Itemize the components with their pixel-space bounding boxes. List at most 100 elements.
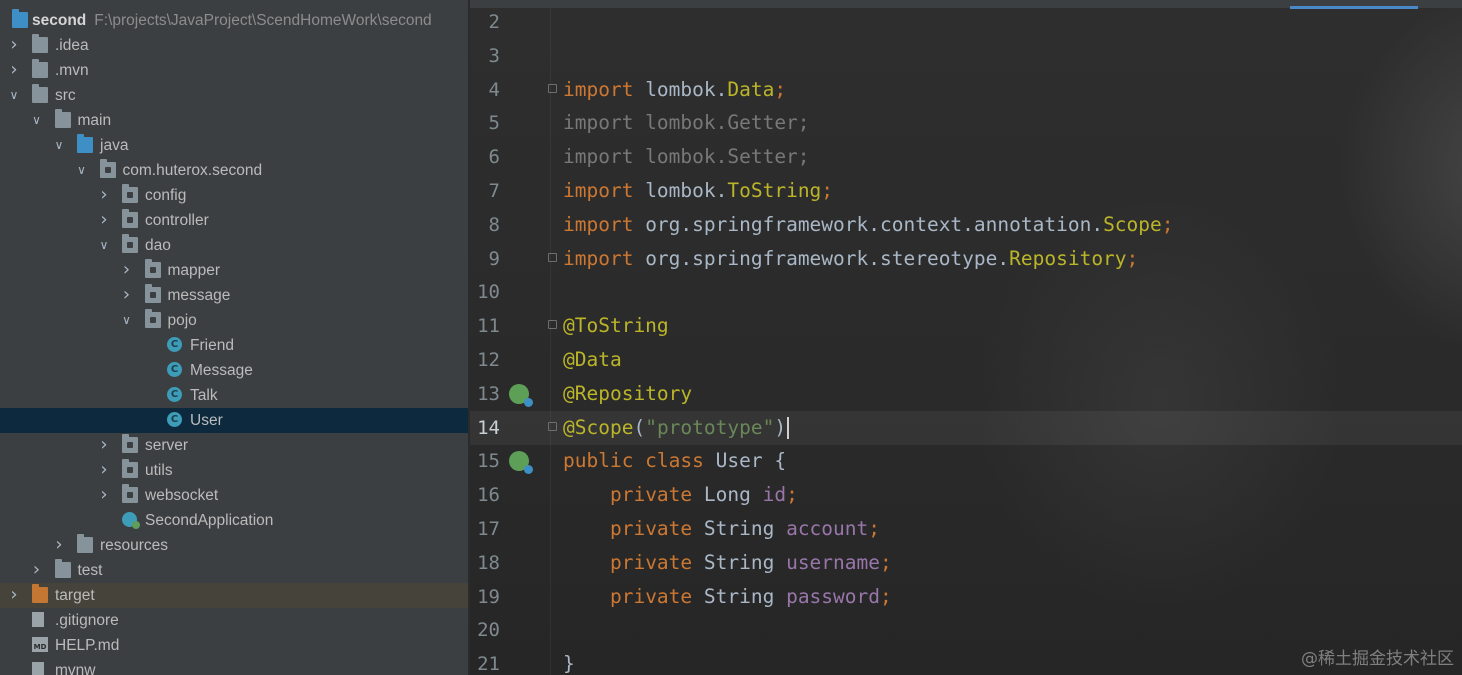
code-line[interactable]: 2: [470, 5, 1462, 39]
tree-item-pojo[interactable]: ∨ pojo: [0, 308, 468, 333]
tree-item-target[interactable]: › target: [0, 583, 468, 608]
chevron-right-icon[interactable]: ›: [96, 185, 112, 205]
code-line[interactable]: 6 import lombok.Setter;: [470, 140, 1462, 174]
tree-item-secondapplication[interactable]: SecondApplication: [0, 508, 468, 533]
tree-item-gitignore[interactable]: .gitignore: [0, 608, 468, 633]
line-number: 7: [488, 180, 500, 202]
code-token: @Data: [563, 348, 622, 371]
spring-bean-icon[interactable]: [509, 451, 533, 475]
project-path: F:\projects\JavaProject\ScendHomeWork\se…: [94, 12, 432, 29]
chevron-right-icon[interactable]: ›: [119, 285, 135, 305]
tree-item-websocket[interactable]: › websocket: [0, 483, 468, 508]
tree-item-java[interactable]: ∨ java: [0, 133, 468, 158]
code-line[interactable]: 14 @Scope("prototype"): [470, 410, 1462, 445]
fold-marker-icon[interactable]: [548, 83, 557, 93]
tree-item-main[interactable]: ∨ main: [0, 108, 468, 133]
tree-item-label: Talk: [190, 387, 218, 404]
fold-marker-icon[interactable]: [548, 252, 557, 262]
code-text: private String account;: [563, 512, 880, 546]
code-text: @Data: [563, 343, 622, 377]
code-token: @Scope: [563, 415, 634, 439]
tree-item-message[interactable]: C Message: [0, 358, 468, 383]
code-line[interactable]: 12 @Data: [470, 343, 1462, 377]
code-line[interactable]: 18 private String username;: [470, 546, 1462, 580]
code-line[interactable]: 3: [470, 39, 1462, 73]
chevron-down-icon[interactable]: ∨: [74, 160, 90, 180]
line-number: 16: [477, 484, 500, 507]
tree-item-resources[interactable]: › resources: [0, 533, 468, 558]
text-caret: [787, 417, 790, 440]
chevron-right-icon[interactable]: ›: [96, 210, 112, 230]
chevron-down-icon[interactable]: ∨: [51, 135, 67, 155]
code-line[interactable]: 7 import lombok.ToString;: [470, 174, 1462, 208]
package-icon: [122, 484, 138, 503]
code-line[interactable]: 13 @Repository: [470, 377, 1462, 411]
chevron-right-icon[interactable]: ›: [119, 260, 135, 280]
chevron-down-icon[interactable]: ∨: [29, 110, 45, 130]
code-line[interactable]: 20: [470, 613, 1462, 647]
code-editor[interactable]: @稀土掘金技术社区 2 3 4 import lombok.Data; 5 import …: [470, 0, 1462, 675]
chevron-right-icon[interactable]: ›: [96, 435, 112, 455]
code-line[interactable]: 21}: [470, 647, 1462, 675]
chevron-right-icon[interactable]: ›: [29, 560, 45, 580]
tree-item-label: mapper: [167, 262, 221, 279]
code-token: lombok.: [633, 179, 728, 202]
code-line[interactable]: 9 import org.springframework.stereotype.R…: [470, 242, 1462, 276]
tree-item-server[interactable]: › server: [0, 433, 468, 458]
tree-item-message[interactable]: › message: [0, 283, 468, 308]
chevron-right-icon[interactable]: ›: [6, 35, 22, 55]
code-text: import lombok.Data;: [563, 73, 786, 107]
code-token: import lombok.Setter;: [563, 145, 810, 169]
code-text: public class User {: [563, 444, 786, 478]
code-token: Data: [727, 77, 775, 101]
line-number: 11: [477, 315, 500, 338]
tree-item-talk[interactable]: C Talk: [0, 383, 468, 408]
tree-item-config[interactable]: › config: [0, 183, 468, 208]
code-token: private: [609, 584, 693, 608]
chevron-right-icon[interactable]: ›: [96, 460, 112, 480]
code-line[interactable]: 15 public class User {: [470, 444, 1462, 478]
code-line[interactable]: 4 import lombok.Data;: [470, 73, 1462, 107]
code-token: (: [633, 415, 646, 439]
tree-root-row[interactable]: second F:\projects\JavaProject\ScendHomeW…: [0, 8, 468, 33]
chevron-right-icon[interactable]: ›: [6, 60, 22, 80]
code-line[interactable]: 16 private Long id;: [470, 478, 1462, 512]
chevron-down-icon[interactable]: ∨: [96, 235, 112, 255]
tree-item-mvnw[interactable]: mvnw: [0, 658, 468, 675]
tree-item-user[interactable]: C User: [0, 408, 468, 433]
fold-marker-icon[interactable]: [548, 421, 557, 431]
code-token: ;: [821, 179, 834, 202]
code-text: private Long id;: [563, 478, 798, 512]
tree-item-src[interactable]: ∨ src: [0, 83, 468, 108]
spring-bean-icon[interactable]: [509, 383, 533, 407]
code-line[interactable]: 5 import lombok.Getter;: [470, 106, 1462, 140]
code-token: String: [692, 584, 787, 608]
fold-marker-icon[interactable]: [548, 320, 557, 330]
tree-item-test[interactable]: › test: [0, 558, 468, 583]
tree-item-mvn[interactable]: › .mvn: [0, 58, 468, 83]
code-token: ;: [1126, 246, 1139, 270]
code-line[interactable]: 11 @ToString: [470, 309, 1462, 343]
chevron-right-icon[interactable]: ›: [96, 485, 112, 505]
code-line[interactable]: 17 private String account;: [470, 512, 1462, 546]
tree-item-dao[interactable]: ∨ dao: [0, 233, 468, 258]
chevron-down-icon[interactable]: ∨: [6, 85, 22, 105]
package-icon: [122, 234, 138, 253]
tree-item-friend[interactable]: C Friend: [0, 333, 468, 358]
code-line[interactable]: 19 private String password;: [470, 580, 1462, 614]
chevron-right-icon[interactable]: ›: [6, 585, 22, 605]
project-tree-panel[interactable]: second F:\projects\JavaProject\ScendHomeW…: [0, 0, 468, 675]
chevron-right-icon[interactable]: ›: [51, 535, 67, 555]
code-token: User {: [703, 449, 787, 473]
tree-item-mapper[interactable]: › mapper: [0, 258, 468, 283]
tree-item-idea[interactable]: › .idea: [0, 33, 468, 58]
chevron-down-icon[interactable]: ∨: [119, 310, 135, 330]
tree-item-controller[interactable]: › controller: [0, 208, 468, 233]
tree-item-com-huterox-second[interactable]: ∨ com.huterox.second: [0, 158, 468, 183]
code-line[interactable]: 10: [470, 275, 1462, 309]
tree-item-help-md[interactable]: MD HELP.md: [0, 633, 468, 658]
code-line[interactable]: 8 import org.springframework.context.anno…: [470, 208, 1462, 242]
package-icon: [122, 434, 138, 453]
tree-item-utils[interactable]: › utils: [0, 458, 468, 483]
